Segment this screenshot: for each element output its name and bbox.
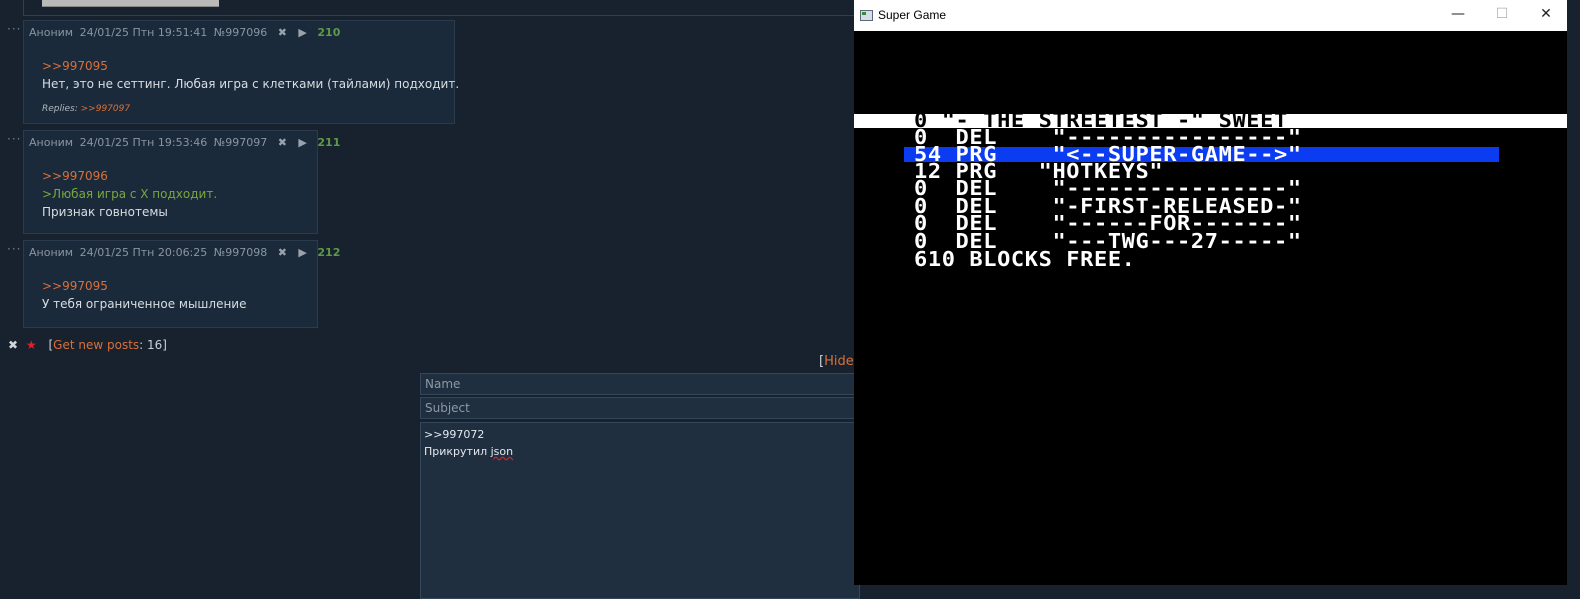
blocks-free: 610 BLOCKS FREE. [914,248,1136,272]
post-author: Аноним [29,136,74,149]
post-id[interactable]: №997098 [214,246,267,259]
post-number: 211 [317,136,341,149]
reply-backlink[interactable]: >>997097 [81,104,130,114]
post-number: 210 [317,26,341,39]
post-quote: >Любая игра с X подходит. [42,187,218,201]
favorite-star-icon[interactable]: ★ [26,338,37,352]
reply-link[interactable]: >>997096 [42,167,217,185]
post-text: Признак говнотемы [42,205,168,219]
get-new-posts-link[interactable]: Get new posts [53,338,139,352]
hide-form-control: [Hide [819,354,854,369]
post-author: Аноним [29,246,74,259]
new-posts-count: : 16] [139,338,167,352]
misspelled-word: json [490,445,514,458]
hide-form-link[interactable]: Hide [824,354,854,369]
post: Аноним 24/01/25 Птн 20:06:25 №997098 ✖ ▶… [23,240,340,328]
window-title: Super Game [878,8,947,22]
subject-input[interactable]: Subject [420,397,860,419]
message-textarea[interactable]: >>997072 Прикрутил json [420,422,860,599]
hide-post-icon[interactable]: ✖ [278,136,287,149]
replies-label: Replies: [42,104,78,114]
post-header: Аноним 24/01/25 Птн 19:53:46 №997097 ✖ ▶… [29,136,343,149]
hide-post-icon[interactable]: ✖ [278,246,287,259]
post-body: >>997095 Нет, это не сеттинг. Любая игра… [42,57,459,93]
close-icon[interactable]: ✖ [8,338,18,352]
message-word: Прикрутил [424,445,491,458]
post-menu-dots[interactable]: ··· [7,242,21,256]
maximize-button[interactable]: ☐ [1482,6,1522,22]
post-text: У тебя ограниченное мышление [42,297,247,311]
post-id[interactable]: №997096 [214,26,267,39]
c64-screen[interactable]: 0 "- THE STREETEST -" SWEET 0 DEL "-----… [854,31,1580,585]
reply-link[interactable]: >>997095 [42,277,247,295]
post-menu-dots[interactable]: ··· [7,22,21,36]
screen-edge [1567,0,1580,599]
window-titlebar[interactable]: Super Game — ☐ ✕ [854,0,1580,31]
post-replies: Replies: >>997097 [42,104,130,114]
message-line: >>997072 [424,428,485,441]
post-date: 24/01/25 Птн 20:06:25 [79,246,208,259]
post-text: Нет, это не сеттинг. Любая игра с клетка… [42,77,460,91]
post-author: Аноним [29,26,74,39]
post-menu-dots[interactable]: ··· [7,132,21,146]
post: Аноним 24/01/25 Птн 19:51:41 №997096 ✖ ▶… [23,20,459,124]
post-body: >>997096 >Любая игра с X подходит. Призн… [42,167,217,221]
expand-post-icon[interactable]: ▶ [298,246,306,259]
post-header: Аноним 24/01/25 Птн 20:06:25 №997098 ✖ ▶… [29,246,343,259]
reply-link[interactable]: >>997095 [42,57,459,75]
post-date: 24/01/25 Птн 19:53:46 [79,136,208,149]
post-number: 212 [317,246,341,259]
expand-post-icon[interactable]: ▶ [298,136,306,149]
post: Аноним 24/01/25 Птн 19:53:46 №997097 ✖ ▶… [23,130,340,234]
post-header: Аноним 24/01/25 Птн 19:51:41 №997096 ✖ ▶… [29,26,343,39]
expand-post-icon[interactable]: ▶ [298,26,306,39]
name-input[interactable]: Name [420,373,860,395]
post-thumbnail[interactable] [42,0,219,7]
post-body: >>997095 У тебя ограниченное мышление [42,277,247,313]
super-game-window: Super Game — ☐ ✕ 0 "- THE STREETEST -" S… [854,0,1580,585]
hide-post-icon[interactable]: ✖ [278,26,287,39]
close-window-button[interactable]: ✕ [1526,6,1566,22]
app-window-icon [860,10,873,21]
post-id[interactable]: №997097 [214,136,267,149]
get-new-posts-bar: ✖ ★ [Get new posts: 16] [8,338,167,352]
minimize-button[interactable]: — [1438,6,1478,22]
post-date: 24/01/25 Птн 19:51:41 [79,26,208,39]
